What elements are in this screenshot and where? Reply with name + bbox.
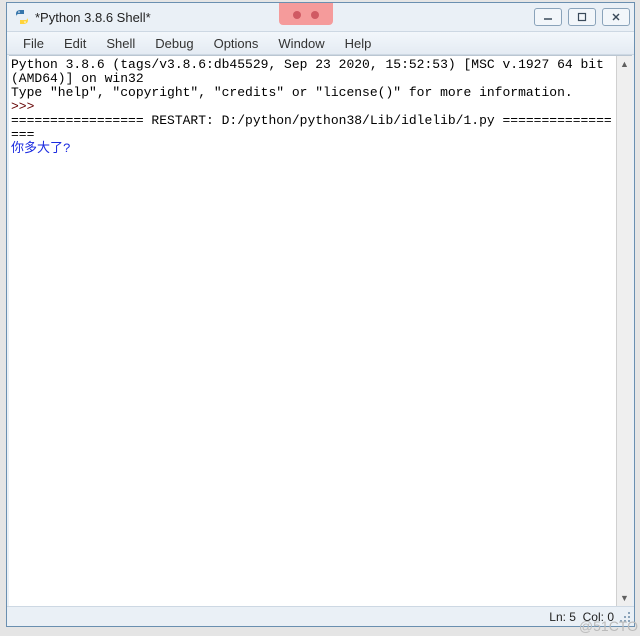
title-bar: *Python 3.8.6 Shell* [7,3,634,31]
banner-line-1: Python 3.8.6 (tags/v3.8.6:db45529, Sep 2… [11,57,612,86]
shell-text-area[interactable]: Python 3.8.6 (tags/v3.8.6:db45529, Sep 2… [9,56,616,606]
watermark: @51CTO [579,618,638,634]
menu-shell[interactable]: Shell [96,32,145,54]
maximize-button[interactable] [568,8,596,26]
scroll-track[interactable] [617,72,632,590]
stdin-text: 你多大了? [11,141,79,156]
menu-help[interactable]: Help [335,32,382,54]
status-bar: Ln: 5 Col: 0 [7,606,634,626]
minimize-button[interactable] [534,8,562,26]
menu-debug[interactable]: Debug [145,32,203,54]
status-line: Ln: 5 [549,610,576,624]
menu-edit[interactable]: Edit [54,32,96,54]
python-idle-icon [13,8,31,26]
menu-window[interactable]: Window [268,32,334,54]
menu-file[interactable]: File [13,32,54,54]
scroll-down-arrow[interactable]: ▼ [617,590,632,606]
menu-options[interactable]: Options [204,32,269,54]
app-window: *Python 3.8.6 Shell* File Edit Shell Deb… [6,2,635,627]
banner-line-2: Type "help", "copyright", "credits" or "… [11,85,573,100]
shell-prompt: >>> [11,99,42,114]
scroll-up-arrow[interactable]: ▲ [617,56,632,72]
window-controls [534,8,630,26]
editor-area: Python 3.8.6 (tags/v3.8.6:db45529, Sep 2… [9,55,632,606]
menu-bar: File Edit Shell Debug Options Window Hel… [7,31,634,55]
vertical-scrollbar[interactable]: ▲ ▼ [616,56,632,606]
close-button[interactable] [602,8,630,26]
title-overlay-decoration [279,3,333,25]
restart-line: ================= RESTART: D:/python/pyt… [11,113,612,142]
